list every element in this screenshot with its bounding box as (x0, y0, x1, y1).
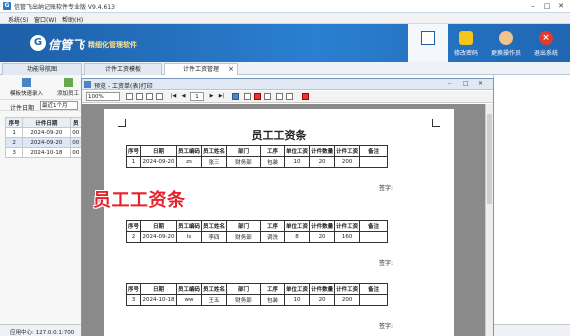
tab-bar: 功能导航图 计件工资模板 计件工资管理 × (0, 62, 570, 75)
exit-icon: × (539, 31, 553, 45)
prev-page-icon[interactable]: ◀ (180, 93, 187, 100)
app-title: 信管飞出纳记账软件专业版 V9.4.613 (14, 4, 115, 11)
preview-scrollbar[interactable] (485, 104, 493, 336)
tab-close-icon[interactable]: × (228, 64, 234, 75)
filter-label: 计件日期 (10, 105, 35, 112)
pdf-icon[interactable] (254, 93, 261, 100)
table-row[interactable]: 1 2024-09-20 00 (4, 127, 83, 138)
payslip-table-3: 序号 日期 员工编码 员工姓名 部门 工序 单位工资 计件数量 计件工资 备注 … (125, 283, 389, 306)
two-page-icon[interactable] (146, 93, 153, 100)
wage-list-table: 序号 计件日期 员 1 2024-09-20 00 2 2024-09-20 0… (4, 117, 83, 158)
table-row[interactable]: 3 2024-10-18 00 (4, 147, 83, 158)
multi-page-icon[interactable] (156, 93, 163, 100)
list-button[interactable] (408, 24, 448, 62)
change-password-label: 修改密码 (453, 50, 478, 57)
left-panel: 模板快速录入 添加员工 计件日期 最近1个月 序号 计件日期 员 1 2024-… (0, 75, 83, 325)
first-page-icon[interactable]: |◀ (170, 93, 177, 100)
tab-navigation[interactable]: 功能导航图 (2, 63, 82, 75)
add-employee-button[interactable]: 添加员工 (57, 78, 79, 97)
brand-tagline: 精细化管理软件 (88, 41, 137, 49)
change-password-button[interactable]: 修改密码 (446, 24, 486, 62)
payslip-table-1: 序号 日期 员工编码 员工姓名 部门 工序 单位工资 计件数量 计件工资 备注 … (125, 145, 389, 168)
export-icon[interactable] (244, 93, 251, 100)
template-icon (22, 78, 31, 87)
menu-window[interactable]: 窗口(W) (34, 15, 57, 24)
exit-label: 退出系统 (533, 50, 558, 57)
signature-label: 签字: (379, 323, 394, 330)
status-text: 应用中心: 127.0.0.1:700 (10, 330, 75, 336)
scrollbar-thumb[interactable] (487, 114, 492, 204)
app-icon: G (3, 2, 11, 10)
payslip-row: 3 2024-10-18 ww 王五 财务部 包装 10 20 200 (125, 294, 389, 306)
close-icon[interactable]: ✕ (555, 1, 567, 11)
banner: G 信管飞 精细化管理软件 修改密码 更换操作员 × 退出系统 (0, 24, 570, 62)
brand-name: 信管飞 (48, 38, 85, 52)
last-page-icon[interactable]: ▶| (218, 93, 225, 100)
tab-wage-template[interactable]: 计件工资模板 (84, 63, 162, 75)
minimize-icon[interactable]: – (527, 1, 539, 11)
date-range-select[interactable]: 最近1个月 (40, 101, 78, 110)
preview-maximize-icon[interactable]: □ (463, 80, 469, 87)
logo-icon: G (30, 35, 46, 51)
preview-toolbar: 100% |◀ ◀ 1 ▶ ▶| (82, 91, 493, 103)
menu-system[interactable]: 系统(S) (8, 15, 29, 24)
print-icon[interactable] (276, 93, 283, 100)
preview-minimize-icon[interactable]: – (448, 80, 451, 87)
crop-mark (118, 119, 126, 127)
menu-bar: 系统(S) 窗口(W) 帮助(H) (0, 13, 570, 24)
col-header[interactable]: 计件日期 (22, 117, 71, 128)
save-icon[interactable] (232, 93, 239, 100)
tab-wage-management-label: 计件工资管理 (182, 66, 219, 73)
col-header[interactable]: 序号 (4, 117, 24, 128)
preview-title: 预览 - 工资单(表)打印 (94, 83, 153, 90)
page-number-input[interactable]: 1 (190, 92, 204, 101)
next-page-icon[interactable]: ▶ (208, 93, 215, 100)
title-bar: G 信管飞出纳记账软件专业版 V9.4.613 – □ ✕ (0, 0, 570, 13)
email-icon[interactable] (264, 93, 271, 100)
page-setup-icon[interactable] (286, 93, 293, 100)
exit-button[interactable]: × 退出系统 (526, 24, 566, 62)
table-row[interactable]: 2 2024-09-20 00 (4, 137, 83, 148)
crop-mark (432, 119, 440, 127)
payslip-table-2: 序号 日期 员工编码 员工姓名 部门 工序 单位工资 计件数量 计件工资 备注 … (125, 220, 389, 243)
filter-row: 计件日期 最近1个月 (0, 99, 82, 112)
overlay-caption: 员工工资条 (93, 190, 186, 211)
preview-close-icon[interactable]: ✕ (478, 80, 483, 87)
user-icon (499, 31, 513, 45)
preview-canvas: 员工工资条 序号 日期 员工编码 员工姓名 部门 工序 单位工资 计件数量 计件… (82, 104, 485, 336)
signature-label: 签字: (379, 260, 394, 267)
zoom-select[interactable]: 100% (86, 92, 120, 101)
template-entry-button[interactable]: 模板快速录入 (10, 78, 43, 97)
menu-help[interactable]: 帮助(H) (62, 15, 83, 24)
signature-label: 签字: (379, 185, 394, 192)
switch-operator-button[interactable]: 更换操作员 (486, 24, 526, 62)
lock-icon (459, 31, 473, 45)
fit-page-icon[interactable] (126, 93, 133, 100)
switch-operator-label: 更换操作员 (490, 50, 521, 57)
preview-icon (84, 81, 91, 88)
list-icon (421, 31, 435, 45)
add-icon (63, 78, 73, 87)
close-preview-icon[interactable] (302, 93, 309, 100)
maximize-icon[interactable]: □ (541, 1, 553, 11)
payslip-row: 2 2024-09-20 ls 李四 财务部 调洗 8 20 160 (125, 231, 389, 243)
right-panel (493, 75, 570, 325)
col-header[interactable]: 员 (69, 117, 83, 128)
report-page: 员工工资条 序号 日期 员工编码 员工姓名 部门 工序 单位工资 计件数量 计件… (104, 109, 454, 336)
preview-title-bar: 预览 - 工资单(表)打印 – □ ✕ (82, 79, 493, 90)
report-title: 员工工资条 (251, 129, 307, 142)
fit-width-icon[interactable] (136, 93, 143, 100)
tab-wage-management[interactable]: 计件工资管理 × (164, 63, 238, 75)
payslip-row: 1 2024-09-20 zs 张三 财务部 包装 10 20 200 (125, 156, 389, 168)
